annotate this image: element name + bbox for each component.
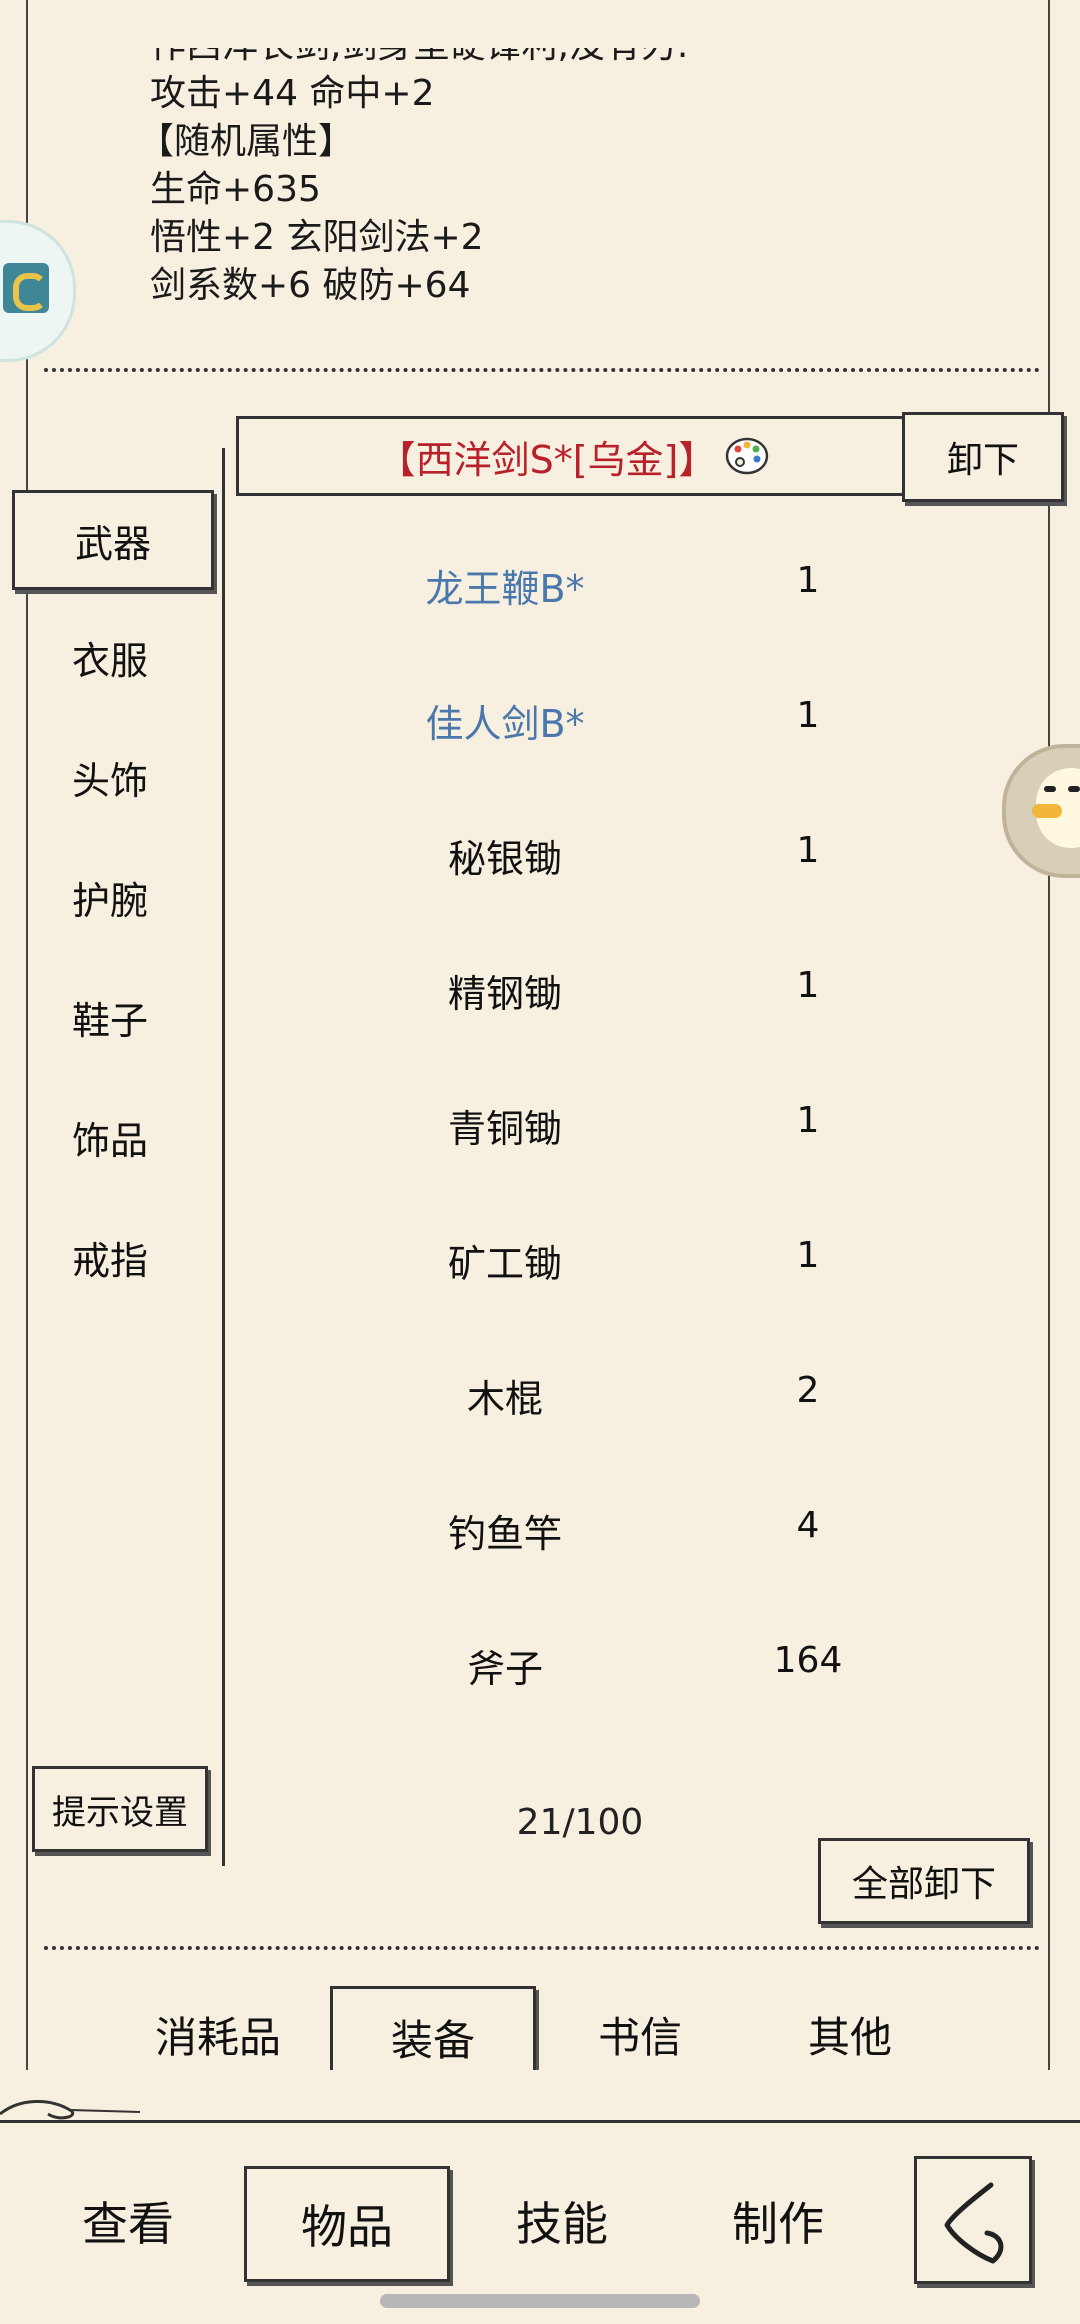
- equipped-item-row[interactable]: 【西洋剑S*[乌金]】: [236, 416, 909, 496]
- nav-crafting[interactable]: 制作: [678, 2166, 878, 2276]
- hint-settings-button[interactable]: 提示设置: [32, 1766, 208, 1852]
- back-button[interactable]: [914, 2156, 1032, 2284]
- description-line-sword: 剑系数+6 破防+64: [150, 265, 471, 306]
- duck-eye: [1044, 786, 1056, 792]
- bottom-nav-divider: [0, 2120, 1080, 2123]
- sidebar-item-clothes[interactable]: 衣服: [12, 610, 208, 704]
- duck-eye: [1068, 786, 1080, 792]
- app-badge-icon[interactable]: [0, 220, 76, 362]
- inventory-capacity: 21/100: [516, 1802, 644, 1843]
- duck-bill: [1032, 804, 1062, 818]
- tab-letters[interactable]: 书信: [540, 1986, 740, 2082]
- list-item-name[interactable]: 佳人剑B*: [380, 693, 630, 748]
- duck-mascot-icon[interactable]: [1002, 744, 1080, 878]
- list-item-name[interactable]: 钓鱼竿: [380, 1503, 630, 1558]
- home-indicator[interactable]: [380, 2294, 700, 2308]
- list-item-count: 1: [796, 560, 820, 601]
- item-description: 作西洋长剑,剑身坚硬锋利,没有刃. 攻击+44 命中+2 【随机属性】 生命+6…: [138, 48, 1050, 310]
- tab-other[interactable]: 其他: [750, 1986, 950, 2082]
- list-item-name[interactable]: 木棍: [380, 1368, 630, 1423]
- nav-view[interactable]: 查看: [28, 2166, 228, 2276]
- description-line-random-header: 【随机属性】: [138, 121, 355, 162]
- description-line-hp: 生命+635: [150, 169, 321, 210]
- list-item-count: 164: [773, 1640, 843, 1681]
- palette-icon: [726, 437, 769, 475]
- inventory-screen: 作西洋长剑,剑身坚硬锋利,没有刃. 攻击+44 命中+2 【随机属性】 生命+6…: [0, 0, 1080, 2324]
- description-line-insight: 悟性+2 玄阳剑法+2: [150, 217, 484, 258]
- sidebar-item-ring[interactable]: 戒指: [12, 1210, 208, 1304]
- sidebar-item-accessory[interactable]: 饰品: [12, 1090, 208, 1184]
- list-item-name[interactable]: 精钢锄: [380, 963, 630, 1018]
- description-line-attack: 攻击+44 命中+2: [150, 73, 435, 114]
- sidebar-divider: [222, 448, 225, 1866]
- list-item-name[interactable]: 龙王鞭B*: [380, 558, 630, 613]
- nav-items[interactable]: 物品: [244, 2166, 450, 2282]
- list-item-name[interactable]: 斧子: [380, 1638, 630, 1693]
- list-item-count: 2: [796, 1370, 820, 1411]
- divider-bottom: [44, 1946, 1040, 1950]
- unequip-all-button[interactable]: 全部卸下: [818, 1838, 1030, 1924]
- list-item-count: 1: [796, 830, 820, 871]
- sidebar-item-bracers[interactable]: 护腕: [12, 850, 208, 944]
- list-item-count: 1: [796, 1235, 820, 1276]
- divider-top: [44, 368, 1040, 372]
- sidebar-item-weapon[interactable]: 武器: [12, 490, 214, 590]
- list-item-count: 1: [796, 695, 820, 736]
- sidebar-item-shoes[interactable]: 鞋子: [12, 970, 208, 1064]
- description-cut-line: 作西洋长剑,剑身坚硬锋利,没有刃.: [150, 48, 1050, 70]
- equipped-item-name: 【西洋剑S*[乌金]】: [377, 437, 717, 482]
- back-chevron-icon: [944, 2182, 1004, 2264]
- list-item-count: 4: [796, 1505, 820, 1546]
- list-item-name[interactable]: 青铜锄: [380, 1098, 630, 1153]
- nav-skills[interactable]: 技能: [462, 2166, 662, 2276]
- unequip-button[interactable]: 卸下: [902, 412, 1064, 502]
- list-item-name[interactable]: 秘银锄: [380, 828, 630, 883]
- list-item-name[interactable]: 矿工锄: [380, 1233, 630, 1288]
- list-item-count: 1: [796, 1100, 820, 1141]
- tab-consumables[interactable]: 消耗品: [118, 1986, 318, 2082]
- sidebar-item-headwear[interactable]: 头饰: [12, 730, 208, 824]
- app-badge-box: [3, 263, 49, 313]
- list-item-count: 1: [796, 965, 820, 1006]
- frame-right-border: [1048, 0, 1050, 2070]
